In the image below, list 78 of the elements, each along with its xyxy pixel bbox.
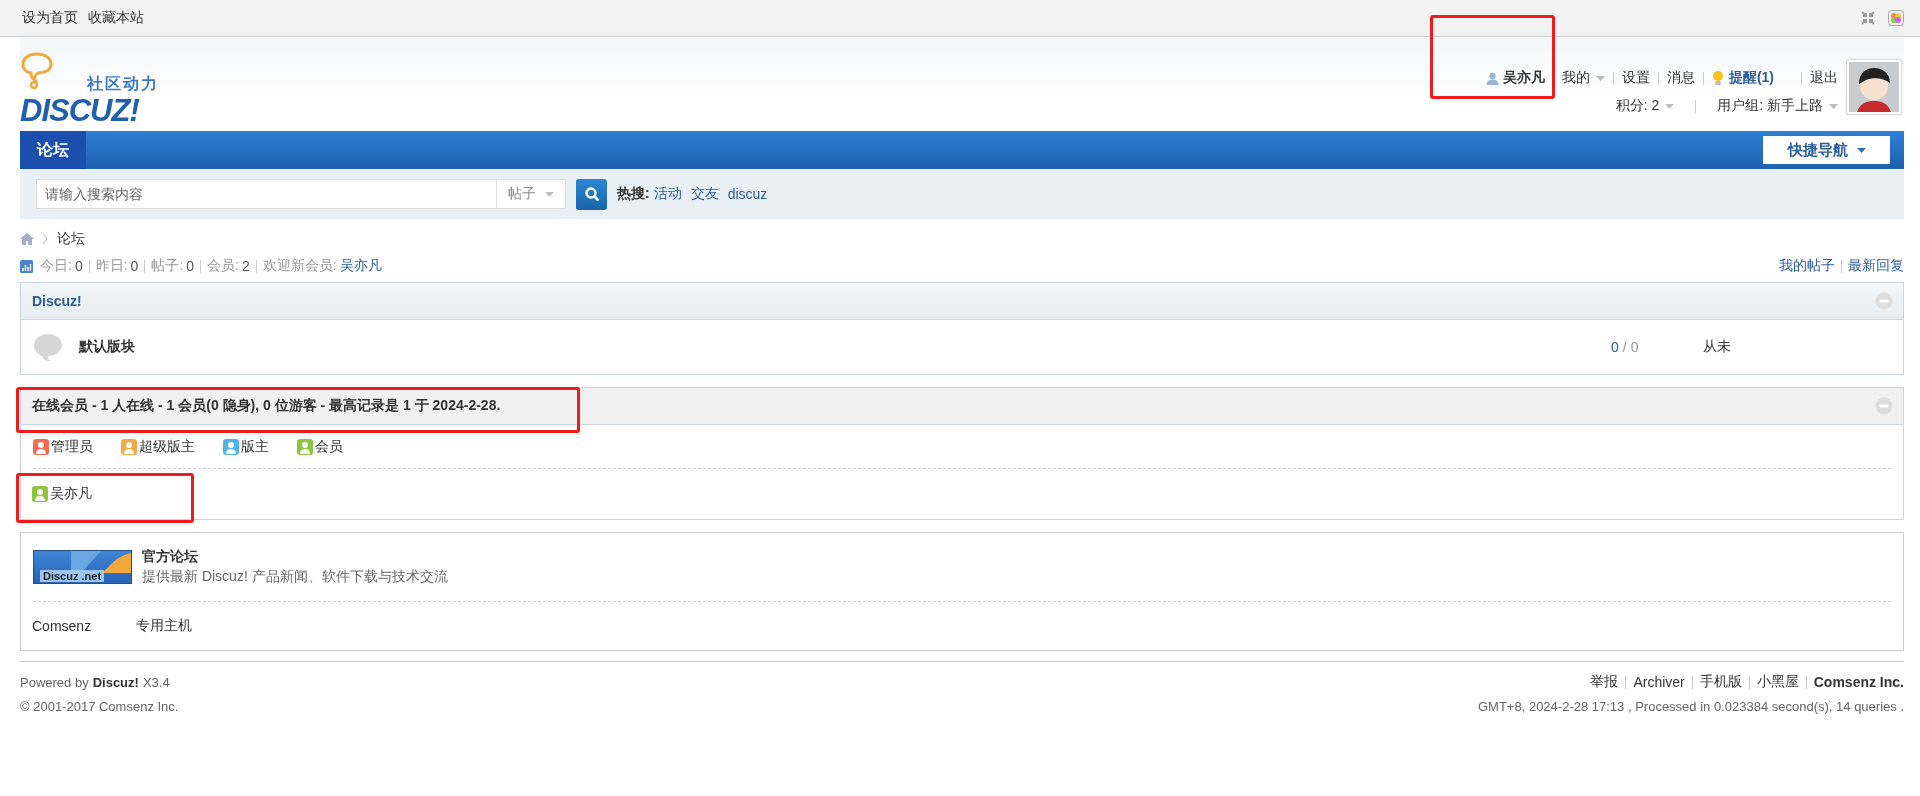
category-title-link[interactable]: Discuz! <box>32 293 82 309</box>
user-menu-link[interactable]: 退出 <box>1810 69 1838 87</box>
stat-label: 昨日: <box>95 257 128 275</box>
collapse-icon <box>1875 397 1893 415</box>
caret-icon <box>1595 75 1605 81</box>
stat-value: 0 <box>130 258 139 274</box>
friend-link[interactable]: 专用主机 <box>136 617 240 635</box>
welcome-label: 欢迎新会员: <box>262 257 337 275</box>
site-banner[interactable]: Discuz .net <box>33 550 132 584</box>
collapse-icon <box>1860 10 1876 26</box>
hot-search-link[interactable]: discuz <box>727 186 768 202</box>
stat-label: 今日: <box>40 257 72 275</box>
caret-icon <box>545 191 554 197</box>
caret-icon <box>1829 103 1838 109</box>
footer-link[interactable]: Archiver <box>1633 674 1685 690</box>
caret-icon <box>1856 147 1866 153</box>
user-group-link[interactable]: 用户组: 新手上路 <box>1717 97 1823 115</box>
user-menu-link[interactable]: 设置 <box>1621 69 1650 87</box>
color-palette-icon <box>1888 10 1904 26</box>
avatar-figure-drawing <box>1849 62 1899 112</box>
legend-label: 会员 <box>315 437 343 456</box>
speech-bubble-icon <box>20 51 54 91</box>
count-slash: / <box>1622 339 1627 355</box>
stat-label: 帖子: <box>151 257 184 275</box>
post-count: 0 <box>1630 339 1639 355</box>
avatar[interactable] <box>1846 59 1902 115</box>
member-link[interactable]: 吴亦凡 <box>50 485 92 503</box>
forum-name-link[interactable]: 默认版块 <box>79 338 1611 356</box>
user-icon <box>1485 71 1499 85</box>
nav-tab[interactable]: 论坛 <box>20 131 86 169</box>
footer-link[interactable]: 小黑屋 <box>1756 673 1799 691</box>
online-summary: 在线会员 - 1 人在线 - 1 会员(0 隐身), 0 位游客 - 最高记录是 1 于 2024-2-28. <box>32 397 501 415</box>
new-member-link[interactable]: 吴亦凡 <box>339 257 382 275</box>
search-button[interactable] <box>576 178 607 210</box>
hot-search-label: 热搜: <box>617 185 650 203</box>
bar-chart-icon <box>20 259 33 273</box>
stat-value: 0 <box>74 258 83 274</box>
friend-site-description: 提供最新 Discuz! 产品新闻、软件下载与技术交流 <box>142 568 448 586</box>
breadcrumb-link[interactable]: 论坛 <box>57 230 85 248</box>
site-logo[interactable]: 社区动力 DISCUZ! <box>20 51 180 127</box>
stat-value: 2 <box>241 258 250 274</box>
hot-search-link[interactable]: 交友 <box>690 185 719 203</box>
search-icon <box>583 186 600 202</box>
powered-by-text: Powered by Discuz! X3.4 <box>20 673 171 692</box>
lightbulb-icon <box>1711 70 1724 86</box>
banner-art-drawing <box>71 551 131 573</box>
user-name-link[interactable]: 吴亦凡 <box>1502 69 1545 87</box>
footer-link[interactable]: 举报 <box>1590 673 1619 691</box>
search-type-dropdown[interactable]: 帖子 <box>496 179 566 209</box>
my-menu-link[interactable]: 我的 <box>1561 69 1590 87</box>
home-icon <box>20 233 34 245</box>
speech-bubble-icon <box>33 333 63 361</box>
friend-site-link[interactable]: 官方论坛 <box>142 548 448 566</box>
stat-value: 0 <box>186 258 195 274</box>
thread-count: 0 <box>1611 339 1619 355</box>
friend-link[interactable]: Comsenz <box>32 618 136 634</box>
footer-link[interactable]: 手机版 <box>1699 673 1742 691</box>
stat-label: 会员: <box>207 257 239 275</box>
copyright-text: © 2001-2017 Comsenz Inc. <box>20 697 179 716</box>
thread-filter-link[interactable]: 我的帖子 <box>1779 257 1835 275</box>
footer-link[interactable]: Comsenz Inc. <box>1813 674 1904 690</box>
credits-link[interactable]: 积分: 2 <box>1615 97 1660 115</box>
user-menu-link[interactable]: 消息 <box>1666 69 1695 87</box>
thread-filter-link[interactable]: 最新回复 <box>1848 257 1904 275</box>
quick-nav-button[interactable]: 快捷导航 <box>1763 136 1890 164</box>
chevron-icon <box>43 234 48 244</box>
legend-label: 版主 <box>241 437 269 456</box>
legend-label: 管理员 <box>51 437 93 456</box>
top-link[interactable]: 收藏本站 <box>88 9 144 27</box>
server-info-text: GMT+8, 2024-2-28 17:13 , Processed in 0.023384 second(s), 14 queries . <box>1478 697 1904 716</box>
collapse-icon <box>1875 292 1893 310</box>
last-post-text: 从未 <box>1703 338 1732 356</box>
hot-search-link[interactable]: 活动 <box>653 185 682 203</box>
caret-icon <box>1665 103 1675 109</box>
search-field[interactable]: 请输入搜索内容 <box>36 179 496 209</box>
legend-label: 超级版主 <box>139 437 195 456</box>
reminder-link[interactable]: 提醒(1) <box>1728 69 1774 87</box>
top-link[interactable]: 设为首页 <box>22 9 78 27</box>
